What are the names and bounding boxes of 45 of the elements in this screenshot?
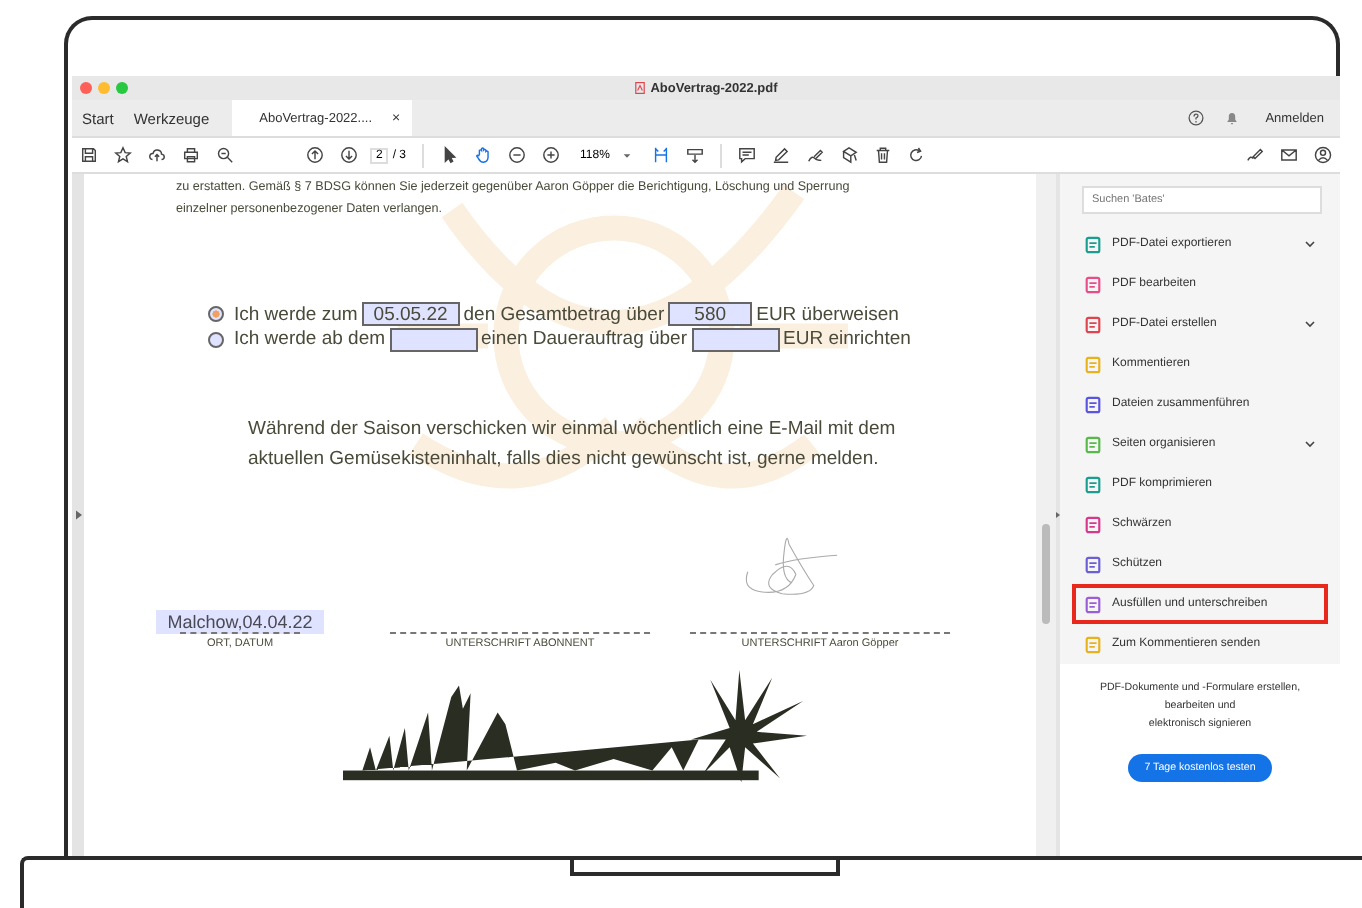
pointer-icon[interactable] xyxy=(440,146,459,164)
stamp-icon[interactable] xyxy=(839,146,858,164)
save-icon[interactable] xyxy=(80,146,98,164)
arrow-up-icon[interactable] xyxy=(306,146,324,164)
document-text: aktuellen Gemüsekisteninhalt, falls dies nicht gewünscht ist, gerne melden. xyxy=(248,446,881,474)
option-text: Ich werde ab dem xyxy=(234,328,386,351)
signature-pen-icon[interactable] xyxy=(805,146,824,164)
chevron-down-icon[interactable] xyxy=(1304,320,1316,328)
form-field[interactable] xyxy=(389,327,478,352)
trash-icon[interactable] xyxy=(873,146,892,164)
fit-page-icon[interactable] xyxy=(651,146,670,164)
place-date-field[interactable]: Malchow,04.04.22 xyxy=(155,610,325,634)
form-field[interactable]: 580 xyxy=(668,302,753,327)
search-icon[interactable] xyxy=(216,146,234,164)
radio-button[interactable] xyxy=(208,306,224,323)
comment-icon[interactable] xyxy=(737,146,756,164)
help-icon[interactable] xyxy=(1187,110,1204,126)
radio-button[interactable] xyxy=(208,331,224,348)
option-text: EUR überweisen xyxy=(756,303,899,326)
add-person-icon[interactable] xyxy=(1314,146,1332,164)
signature-pen-icon[interactable] xyxy=(1246,146,1264,164)
pen-icon[interactable] xyxy=(771,146,790,164)
caret-icon[interactable] xyxy=(621,151,632,159)
option-text: EUR einrichten xyxy=(783,328,911,351)
option-text: Ich werde zum xyxy=(234,303,358,326)
print-icon[interactable] xyxy=(182,146,200,164)
document-text: Während der Saison verschicken wir einmal wöchentlich eine E-Mail mit dem xyxy=(248,416,898,444)
scrollbar-thumb[interactable] xyxy=(1042,524,1050,624)
option-text: den Gesamtbetrag über xyxy=(463,303,665,326)
mail-icon[interactable] xyxy=(1280,146,1298,164)
pdf-file-icon xyxy=(634,82,647,94)
option-text: einen Dauerauftrag über xyxy=(481,328,688,351)
chevron-down-icon[interactable] xyxy=(1304,440,1316,448)
zoom-in-icon[interactable] xyxy=(542,146,561,164)
form-field[interactable]: 05.05.22 xyxy=(361,302,460,327)
scroll-mode-icon[interactable] xyxy=(685,146,704,164)
star-icon[interactable] xyxy=(114,146,132,164)
zoom-out-icon[interactable] xyxy=(508,146,527,164)
arrow-down-icon[interactable] xyxy=(340,146,358,164)
hand-icon[interactable] xyxy=(474,146,493,164)
chevron-down-icon[interactable] xyxy=(1304,240,1316,248)
bell-icon[interactable] xyxy=(1223,110,1240,126)
redo-icon[interactable] xyxy=(907,146,926,164)
upload-icon[interactable] xyxy=(148,146,166,164)
form-field[interactable] xyxy=(691,327,780,352)
